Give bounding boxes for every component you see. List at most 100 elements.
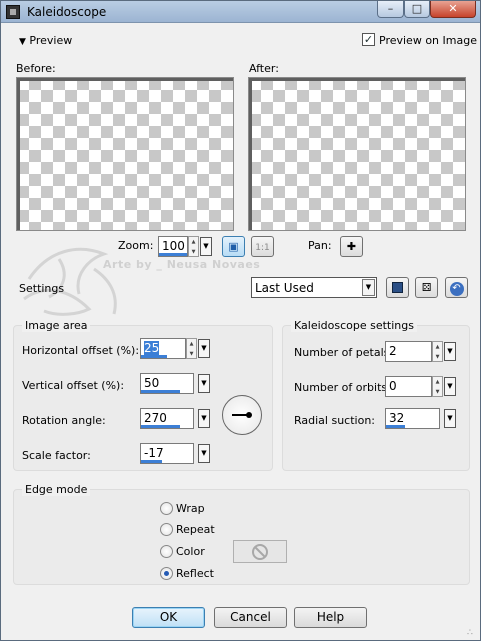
chevron-down-icon[interactable]: ▼ — [362, 279, 375, 296]
watermark-text: Arte by _ Neusa Novaes — [103, 258, 261, 271]
spin-up-icon[interactable]: ▲ — [433, 342, 442, 352]
scale-factor-bar — [141, 460, 162, 463]
vertical-offset-dropdown[interactable]: ▼ — [198, 374, 210, 393]
cancel-button[interactable]: Cancel — [214, 607, 287, 628]
kaleidoscope-settings-title: Kaleidoscope settings — [291, 319, 417, 332]
number-of-petals-dropdown[interactable]: ▼ — [444, 342, 456, 361]
pan-button[interactable]: ✚ — [340, 236, 363, 257]
preset-value: Last Used — [255, 281, 314, 295]
horizontal-offset-bar — [141, 355, 167, 358]
maximize-button[interactable]: □ — [404, 1, 430, 18]
kaleidoscope-dialog: Kaleidoscope – □ ✕ ▼ Preview ✓ Preview o… — [0, 0, 481, 641]
resize-grip-icon[interactable]: ∴ — [467, 627, 479, 639]
preview-on-image-checkbox[interactable]: ✓ — [362, 33, 375, 46]
edge-wrap-label: Wrap — [176, 502, 205, 515]
rotation-arrow-icon — [232, 412, 252, 418]
zoom-level-bar — [159, 253, 187, 256]
zoom-stepper[interactable]: 100 ▲ ▼ ▼ — [158, 236, 212, 257]
edge-color-label: Color — [176, 545, 205, 558]
number-of-orbits-stepper[interactable]: 0 ▲ ▼ ▼ — [385, 376, 456, 397]
no-color-icon — [252, 544, 268, 560]
collapse-arrow-icon: ▼ — [19, 37, 26, 47]
edge-wrap-radio[interactable] — [160, 502, 173, 515]
number-of-petals-stepper[interactable]: 2 ▲ ▼ ▼ — [385, 341, 456, 362]
radial-suction-bar — [386, 425, 405, 428]
ok-button[interactable]: OK — [132, 607, 205, 628]
save-disk-icon — [392, 282, 403, 293]
save-preset-button[interactable] — [386, 277, 409, 298]
spin-up-icon[interactable]: ▲ — [433, 377, 442, 387]
petals-spin-arrows[interactable]: ▲ ▼ — [432, 341, 443, 362]
actual-size-label: 1:1 — [255, 243, 270, 253]
zoom-fit-button[interactable]: ▣ — [222, 236, 245, 257]
window-title: Kaleidoscope — [27, 5, 107, 19]
randomize-button[interactable]: ⚄ — [415, 277, 438, 298]
close-button[interactable]: ✕ — [430, 1, 476, 18]
horizontal-offset-dropdown[interactable]: ▼ — [198, 339, 210, 358]
help-button[interactable]: Help — [294, 607, 367, 628]
horizontal-offset-text: 25 — [144, 341, 160, 355]
edge-repeat-radio[interactable] — [160, 523, 173, 536]
spin-up-icon[interactable]: ▲ — [187, 339, 196, 349]
number-of-orbits-label: Number of orbits: — [294, 381, 391, 394]
rotation-angle-bar — [141, 425, 180, 428]
after-label: After: — [249, 62, 279, 75]
preview-toggle[interactable]: ▼ Preview — [19, 34, 72, 47]
color-swatch[interactable] — [233, 540, 287, 563]
dice-icon: ⚄ — [421, 281, 432, 294]
horizontal-offset-spin-arrows[interactable]: ▲ ▼ — [186, 338, 197, 359]
horizontal-offset-stepper[interactable]: 25 ▲ ▼ ▼ — [140, 338, 210, 359]
preset-select[interactable]: Last Used ▼ — [251, 277, 377, 298]
scale-factor-stepper[interactable]: -17 ▼ — [140, 443, 210, 464]
pan-crosshair-icon: ✚ — [346, 240, 357, 253]
spin-down-icon[interactable]: ▼ — [433, 352, 442, 362]
pan-label: Pan: — [308, 239, 332, 252]
title-bar[interactable]: Kaleidoscope – □ ✕ — [1, 1, 480, 23]
spin-down-icon[interactable]: ▼ — [187, 349, 196, 359]
actual-size-button[interactable]: 1:1 — [251, 236, 274, 257]
before-label: Before: — [16, 62, 56, 75]
number-of-orbits-value[interactable]: 0 — [385, 376, 432, 397]
spin-up-icon[interactable]: ▲ — [189, 237, 198, 247]
vertical-offset-bar — [141, 390, 180, 393]
spin-down-icon[interactable]: ▼ — [189, 247, 198, 257]
rotation-angle-dropdown[interactable]: ▼ — [198, 409, 210, 428]
after-preview[interactable] — [248, 77, 466, 231]
radial-suction-label: Radial suction: — [294, 414, 376, 427]
before-preview[interactable] — [16, 77, 234, 231]
preview-toggle-label: Preview — [29, 34, 73, 47]
orbits-spin-arrows[interactable]: ▲ ▼ — [432, 376, 443, 397]
rotation-dial[interactable] — [222, 395, 262, 435]
edge-color-radio[interactable] — [160, 545, 173, 558]
zoom-dropdown-button[interactable]: ▼ — [200, 237, 212, 256]
scale-factor-label: Scale factor: — [22, 449, 91, 462]
scale-factor-dropdown[interactable]: ▼ — [198, 444, 210, 463]
radial-suction-stepper[interactable]: 32 ▼ — [385, 408, 456, 429]
edge-reflect-radio[interactable] — [160, 567, 173, 580]
zoom-label: Zoom: — [118, 239, 154, 252]
rotation-angle-stepper[interactable]: 270 ▼ — [140, 408, 210, 429]
image-area-title: Image area — [22, 319, 91, 332]
zoom-spin-arrows[interactable]: ▲ ▼ — [188, 236, 199, 257]
number-of-petals-label: Number of petals: — [294, 346, 394, 359]
edge-mode-group: Edge mode — [13, 483, 470, 585]
preview-on-image-label: Preview on Image — [379, 34, 477, 47]
edge-reflect-label: Reflect — [176, 567, 214, 580]
rotation-angle-label: Rotation angle: — [22, 414, 106, 427]
checkmark-icon: ✓ — [363, 33, 374, 46]
minimize-button[interactable]: – — [377, 1, 404, 18]
app-icon — [6, 5, 20, 19]
number-of-orbits-dropdown[interactable]: ▼ — [444, 377, 456, 396]
radial-suction-dropdown[interactable]: ▼ — [444, 409, 456, 428]
number-of-petals-value[interactable]: 2 — [385, 341, 432, 362]
edge-mode-title: Edge mode — [22, 483, 91, 496]
vertical-offset-stepper[interactable]: 50 ▼ — [140, 373, 210, 394]
reset-button[interactable]: ↶ — [445, 277, 468, 298]
spin-down-icon[interactable]: ▼ — [433, 387, 442, 397]
edge-repeat-label: Repeat — [176, 523, 215, 536]
settings-label: Settings — [19, 282, 65, 295]
vertical-offset-label: Vertical offset (%): — [22, 379, 125, 392]
horizontal-offset-label: Horizontal offset (%): — [22, 344, 140, 357]
reset-icon: ↶ — [449, 282, 464, 296]
zoom-fit-icon: ▣ — [228, 240, 239, 253]
